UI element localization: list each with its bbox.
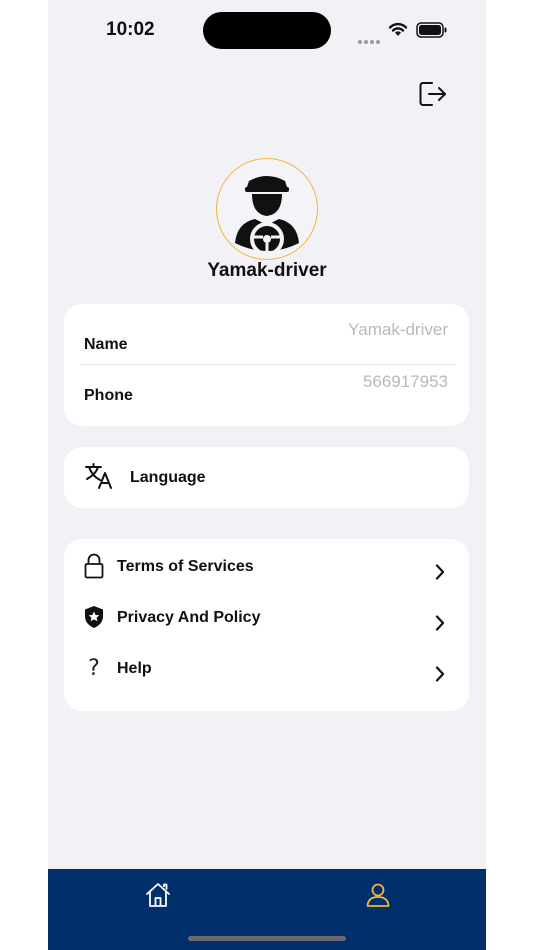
phone-value: 566917953 <box>362 372 448 391</box>
phone-label: Phone <box>84 387 133 404</box>
language-button[interactable]: Language <box>64 447 469 508</box>
avatar <box>216 158 318 260</box>
logout-icon <box>419 82 446 106</box>
name-row: Name Yamak-driver <box>64 318 469 369</box>
driver-avatar-icon <box>235 176 299 251</box>
status-time: 10:02 <box>106 19 155 40</box>
chevron-right-icon <box>435 564 445 580</box>
phone-row: Phone 566917953 <box>64 369 469 420</box>
profile-username: Yamak-driver <box>207 260 327 281</box>
user-icon <box>366 883 390 907</box>
profile-info-card: Name Yamak-driver Phone 566917953 <box>64 304 469 426</box>
home-icon <box>146 883 170 907</box>
chevron-right-icon <box>435 615 445 631</box>
translate-icon <box>85 463 112 489</box>
divider <box>80 364 456 365</box>
nav-home-tab[interactable] <box>144 881 172 909</box>
chevron-right-icon <box>435 666 445 682</box>
status-bar: 10:02 <box>48 0 486 60</box>
logout-button[interactable] <box>418 80 448 108</box>
name-label: Name <box>84 336 128 353</box>
question-icon: ? <box>88 655 100 681</box>
app-screen: 10:02 Yamak-driver Name Yamak-driver Pho… <box>48 0 486 950</box>
wifi-icon <box>388 22 408 36</box>
help-label: Help <box>117 660 152 677</box>
home-indicator[interactable] <box>188 936 346 941</box>
terms-of-services-item[interactable]: Terms of Services <box>64 539 469 583</box>
cellular-signal-icon <box>358 31 382 49</box>
shield-star-icon <box>82 603 106 631</box>
terms-of-services-label: Terms of Services <box>117 558 254 575</box>
dynamic-island <box>203 12 331 49</box>
help-item[interactable]: ? Help <box>64 641 469 685</box>
bottom-navigation <box>48 869 486 950</box>
nav-profile-tab[interactable] <box>364 881 392 909</box>
battery-icon <box>416 22 447 38</box>
name-value: Yamak-driver <box>348 320 448 339</box>
language-label: Language <box>130 469 206 486</box>
lock-icon <box>82 552 106 580</box>
privacy-and-policy-label: Privacy And Policy <box>117 609 261 626</box>
settings-menu-card: Terms of Services Privacy And Policy ? H… <box>64 539 469 711</box>
privacy-and-policy-item[interactable]: Privacy And Policy <box>64 590 469 634</box>
